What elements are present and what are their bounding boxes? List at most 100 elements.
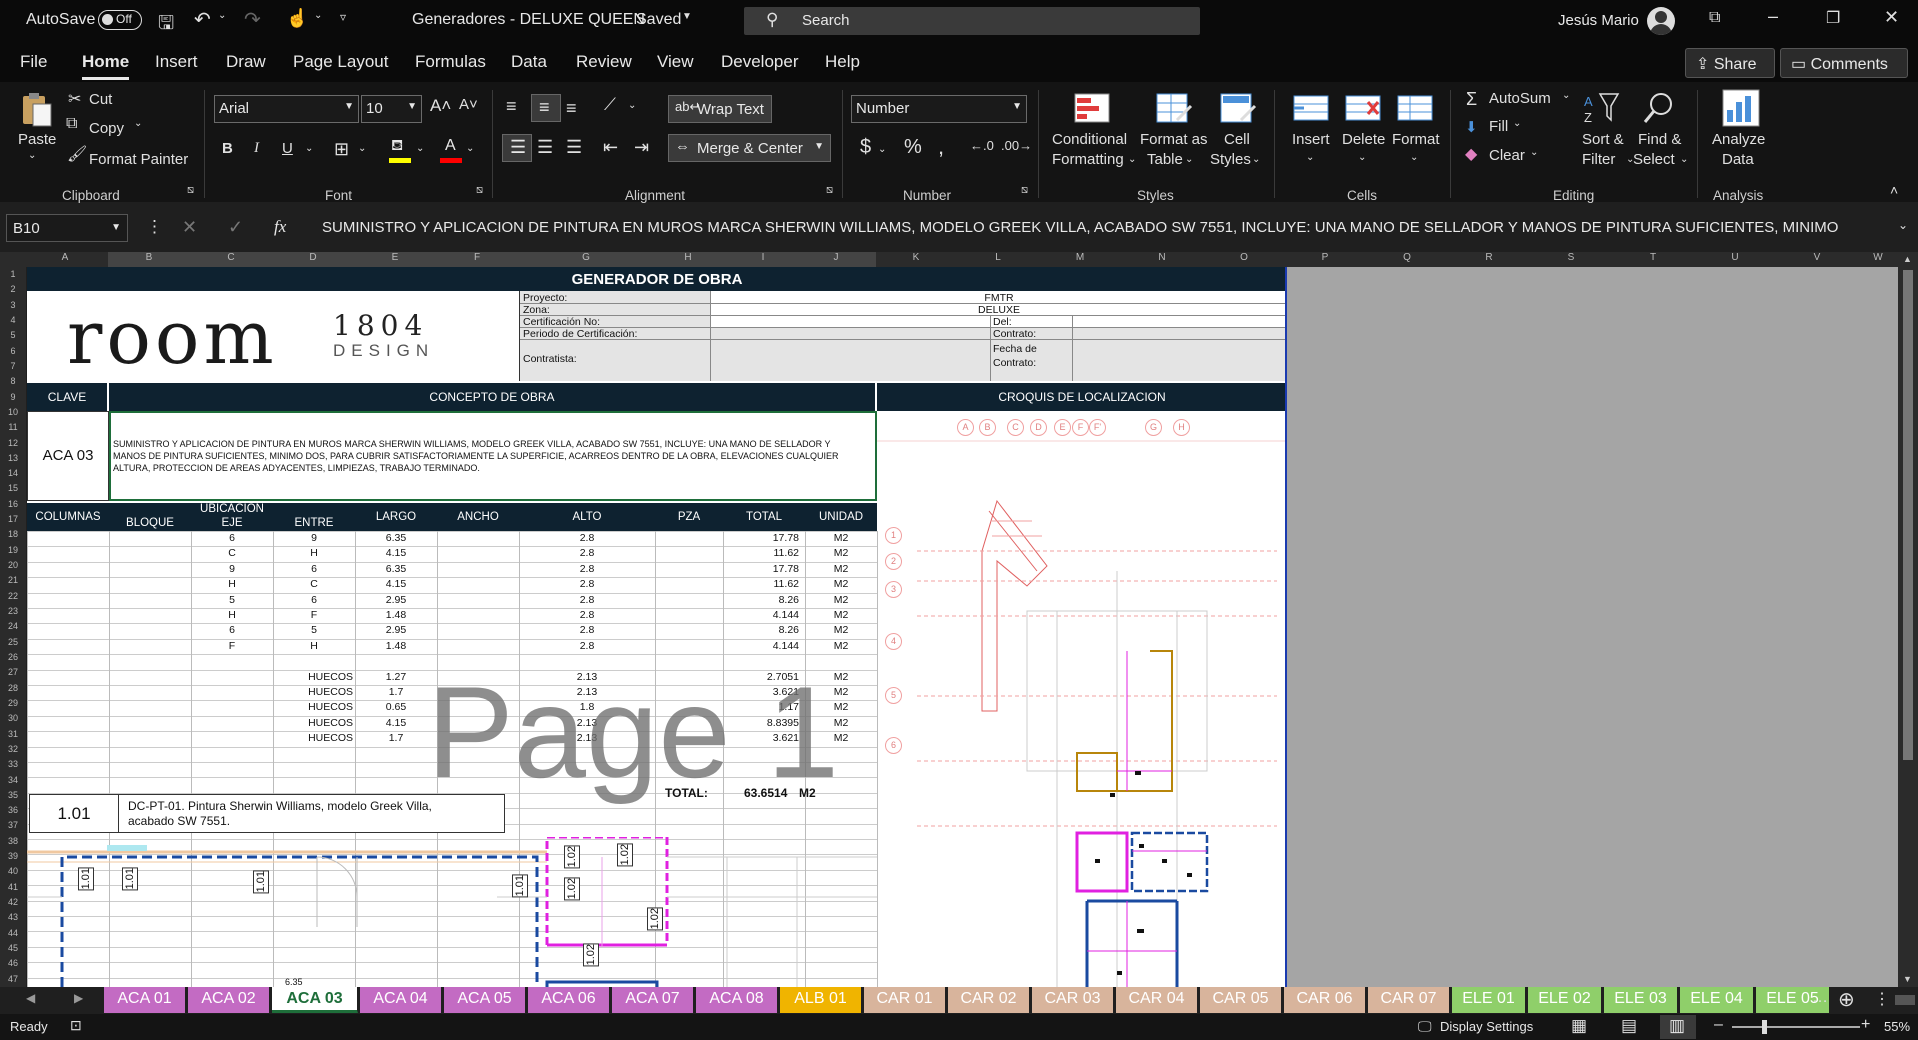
zoom-slider[interactable] xyxy=(1732,1026,1860,1028)
find-select-label-2[interactable]: Select xyxy=(1633,151,1675,168)
table-cell[interactable]: 6 xyxy=(273,594,355,606)
menu-developer[interactable]: Developer xyxy=(721,52,799,72)
currency-icon[interactable]: $ xyxy=(860,136,871,159)
cell-styles-label-1[interactable]: Cell xyxy=(1224,131,1250,148)
table-cell[interactable]: 9 xyxy=(191,563,273,575)
chevron-down-icon[interactable]: ⌄ xyxy=(1252,154,1260,165)
touch-mode-icon[interactable]: ☝ xyxy=(286,8,308,29)
close-icon[interactable]: ✕ xyxy=(1884,7,1899,28)
row-header[interactable]: 1 xyxy=(0,269,26,279)
align-top-icon[interactable]: ≡ xyxy=(506,96,517,117)
alignment-launcher-icon[interactable]: ⧅ xyxy=(826,184,833,197)
column-header[interactable]: O xyxy=(1234,252,1254,263)
column-header[interactable]: J xyxy=(826,252,846,263)
clear-button[interactable]: Clear xyxy=(1489,147,1525,164)
page-break-view-button[interactable]: ▥ xyxy=(1660,1015,1696,1039)
column-header[interactable]: N xyxy=(1152,252,1172,263)
document-title[interactable]: Generadores - DELUXE QUEEN xyxy=(412,11,645,29)
copy-icon[interactable]: ⧉ xyxy=(66,115,77,133)
bold-button[interactable]: B xyxy=(222,140,233,157)
menu-review[interactable]: Review xyxy=(576,52,632,72)
cut-icon[interactable]: ✂ xyxy=(68,89,81,109)
merge-center-button[interactable]: ⇔ Merge & Center ▼ xyxy=(668,134,831,162)
number-launcher-icon[interactable]: ⧅ xyxy=(1021,184,1028,197)
row-header[interactable]: 18 xyxy=(0,529,26,539)
sheet-tab[interactable]: ACA 03 xyxy=(272,987,358,1013)
row-header[interactable]: 13 xyxy=(0,453,26,463)
row-header[interactable]: 11 xyxy=(0,422,26,432)
wrap-text-button[interactable]: ab↵ Wrap Text xyxy=(668,95,772,123)
row-header[interactable]: 27 xyxy=(0,667,26,677)
row-header[interactable]: 4 xyxy=(0,315,26,325)
menu-data[interactable]: Data xyxy=(511,52,547,72)
formula-input[interactable]: SUMINISTRO Y APLICACION DE PINTURA EN MU… xyxy=(322,210,1892,246)
row-header[interactable]: 29 xyxy=(0,698,26,708)
row-header[interactable]: 14 xyxy=(0,468,26,478)
sheet-tab[interactable]: ACA 02 xyxy=(188,987,270,1013)
sheet-tab[interactable]: CAR 01 xyxy=(864,987,946,1013)
column-header[interactable]: G xyxy=(576,252,596,263)
table-cell[interactable]: HUECOS xyxy=(273,686,353,698)
redo-icon[interactable]: ↷ xyxy=(244,7,261,32)
column-header[interactable]: S xyxy=(1561,252,1581,263)
table-cell[interactable]: 1.7 xyxy=(355,732,437,744)
fill-icon[interactable]: ⬇ xyxy=(1465,118,1478,136)
table-cell[interactable]: 1.48 xyxy=(355,640,437,652)
menu-file[interactable]: File xyxy=(20,52,47,72)
table-cell[interactable]: 5 xyxy=(191,594,273,606)
row-header[interactable]: 36 xyxy=(0,805,26,815)
row-header[interactable]: 17 xyxy=(0,514,26,524)
table-cell[interactable]: 8.26 xyxy=(723,594,799,606)
printed-page[interactable]: GENERADOR DE OBRA room 1804 DESIGN Proye… xyxy=(27,267,1287,987)
table-cell[interactable]: 2.8 xyxy=(519,532,655,544)
menu-insert[interactable]: Insert xyxy=(155,52,198,72)
concepto-cell-selected[interactable]: SUMINISTRO Y APLICACION DE PINTURA EN MU… xyxy=(109,411,877,501)
sheet-tab[interactable]: ACA 05 xyxy=(444,987,526,1013)
chevron-down-icon[interactable]: ⌄ xyxy=(1128,154,1136,165)
menu-page-layout[interactable]: Page Layout xyxy=(293,52,388,72)
table-cell[interactable]: M2 xyxy=(805,594,877,606)
table-cell[interactable]: 2.8 xyxy=(519,547,655,559)
restore-icon[interactable]: ❐ xyxy=(1826,8,1840,28)
row-header[interactable]: 47 xyxy=(0,974,26,984)
autosum-icon[interactable]: Σ xyxy=(1466,89,1477,110)
sheet-tab[interactable]: CAR 02 xyxy=(948,987,1030,1013)
row-header[interactable]: 22 xyxy=(0,591,26,601)
row-header[interactable]: 23 xyxy=(0,606,26,616)
table-cell[interactable]: 1.27 xyxy=(355,671,437,683)
row-header[interactable]: 26 xyxy=(0,652,26,662)
table-cell[interactable]: M2 xyxy=(805,640,877,652)
row-header[interactable]: 25 xyxy=(0,637,26,647)
column-header[interactable]: A xyxy=(55,252,75,263)
analyze-data-label-2[interactable]: Data xyxy=(1722,151,1754,168)
column-header[interactable]: M xyxy=(1070,252,1090,263)
display-settings-icon[interactable]: 🖵 xyxy=(1418,1018,1432,1035)
table-cell[interactable]: 6.35 xyxy=(355,532,437,544)
font-color-icon[interactable]: A xyxy=(440,137,462,163)
row-header[interactable]: 6 xyxy=(0,346,26,356)
table-cell[interactable]: M2 xyxy=(805,609,877,621)
column-header[interactable]: U xyxy=(1725,252,1745,263)
autosum-button[interactable]: AutoSum xyxy=(1489,90,1551,107)
table-cell[interactable]: C xyxy=(273,578,355,590)
align-bottom-icon[interactable]: ≡ xyxy=(566,98,577,119)
row-header[interactable]: 24 xyxy=(0,621,26,631)
table-cell[interactable]: H xyxy=(191,609,273,621)
table-cell[interactable]: HUECOS xyxy=(273,732,353,744)
table-cell[interactable]: 2.8 xyxy=(519,640,655,652)
column-header[interactable]: E xyxy=(385,252,405,263)
sort-filter-label-1[interactable]: Sort & xyxy=(1582,131,1624,148)
sheet-tab[interactable]: ACA 04 xyxy=(360,987,442,1013)
row-header[interactable]: 2 xyxy=(0,284,26,294)
format-as-table-icon[interactable] xyxy=(1155,90,1193,126)
table-cell[interactable]: HUECOS xyxy=(273,671,353,683)
conditional-formatting-icon[interactable] xyxy=(1073,90,1111,126)
column-header[interactable]: L xyxy=(988,252,1008,263)
table-cell[interactable]: 17.78 xyxy=(723,532,799,544)
underline-button[interactable]: U xyxy=(282,140,293,157)
conditional-formatting-label-2[interactable]: Formatting xyxy=(1052,151,1124,168)
cut-button[interactable]: Cut xyxy=(89,91,112,108)
autosum-dropdown-icon[interactable]: ⌄ xyxy=(1562,90,1570,101)
font-launcher-icon[interactable]: ⧅ xyxy=(476,184,483,197)
chevron-down-icon[interactable]: ▼ xyxy=(682,11,692,22)
